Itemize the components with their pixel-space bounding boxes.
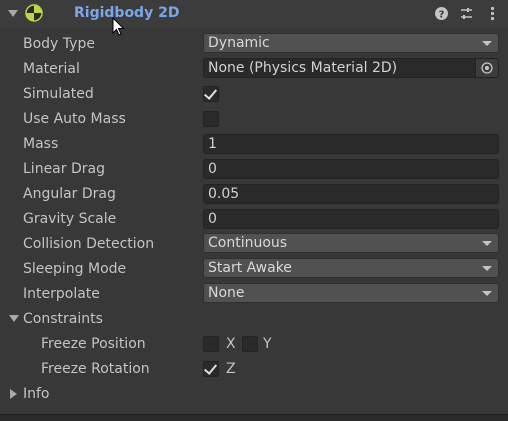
component-header[interactable]: Rigidbody 2D ? <box>0 0 508 28</box>
interpolate-label: Interpolate <box>23 286 100 302</box>
use-auto-mass-label: Use Auto Mass <box>23 111 126 127</box>
linear-drag-field[interactable]: 0 <box>203 159 499 179</box>
constraints-foldout-icon[interactable] <box>9 315 19 322</box>
freeze-rotation-label: Freeze Rotation <box>41 361 150 377</box>
body-type-dropdown[interactable]: Dynamic <box>203 33 499 53</box>
component-title[interactable]: Rigidbody 2D <box>74 5 179 22</box>
help-icon[interactable]: ? <box>434 6 449 21</box>
simulated-checkbox[interactable] <box>203 86 219 102</box>
chevron-down-icon <box>482 241 492 246</box>
simulated-label: Simulated <box>23 86 94 102</box>
sleeping-mode-value: Start Awake <box>208 260 292 276</box>
sleeping-mode-dropdown[interactable]: Start Awake <box>203 258 499 278</box>
material-object-field[interactable]: None (Physics Material 2D) <box>203 58 499 78</box>
constraints-foldout-label[interactable]: Constraints <box>23 311 103 328</box>
material-label: Material <box>23 61 80 77</box>
angular-drag-field[interactable]: 0.05 <box>203 184 499 204</box>
rigidbody-2d-icon <box>25 4 43 22</box>
chevron-down-icon <box>482 41 492 46</box>
next-component-strip <box>0 414 508 421</box>
interpolate-value: None <box>208 285 245 301</box>
freeze-position-x-label: X <box>226 336 236 352</box>
use-auto-mass-checkbox[interactable] <box>203 111 219 127</box>
foldout-expanded-icon[interactable] <box>8 10 18 17</box>
gravity-scale-label: Gravity Scale <box>23 211 117 227</box>
svg-text:?: ? <box>439 10 445 21</box>
freeze-rotation-z-checkbox[interactable] <box>203 361 219 377</box>
presets-icon[interactable] <box>459 6 474 21</box>
inspector-panel: Rigidbody 2D ? Body Type Dynamic Materia… <box>0 0 508 421</box>
linear-drag-label: Linear Drag <box>23 161 105 177</box>
collision-detection-value: Continuous <box>208 235 288 251</box>
mass-field[interactable]: 1 <box>203 134 499 154</box>
kebab-menu-icon[interactable] <box>485 6 500 21</box>
freeze-position-label: Freeze Position <box>41 336 146 352</box>
body-type-value: Dynamic <box>208 35 270 51</box>
chevron-down-icon <box>482 266 492 271</box>
checkmark-icon <box>203 86 218 100</box>
mass-label: Mass <box>23 136 59 152</box>
body-type-label: Body Type <box>23 36 95 52</box>
material-value: None (Physics Material 2D) <box>208 60 398 76</box>
freeze-position-x-checkbox[interactable] <box>203 336 219 352</box>
info-foldout-label[interactable]: Info <box>23 386 50 403</box>
chevron-down-icon <box>482 291 492 296</box>
freeze-position-y-label: Y <box>263 336 272 352</box>
freeze-position-y-checkbox[interactable] <box>242 336 258 352</box>
gravity-scale-field[interactable]: 0 <box>203 209 499 229</box>
checkmark-icon <box>203 361 218 375</box>
mouse-cursor-icon <box>112 17 125 36</box>
angular-drag-label: Angular Drag <box>23 186 116 202</box>
info-foldout-icon[interactable] <box>10 389 17 399</box>
interpolate-dropdown[interactable]: None <box>203 283 499 303</box>
sleeping-mode-label: Sleeping Mode <box>23 261 127 277</box>
object-picker-icon <box>481 62 493 74</box>
collision-detection-label: Collision Detection <box>23 236 155 252</box>
object-picker-button[interactable] <box>475 59 498 77</box>
collision-detection-dropdown[interactable]: Continuous <box>203 233 499 253</box>
freeze-rotation-z-label: Z <box>226 361 236 377</box>
